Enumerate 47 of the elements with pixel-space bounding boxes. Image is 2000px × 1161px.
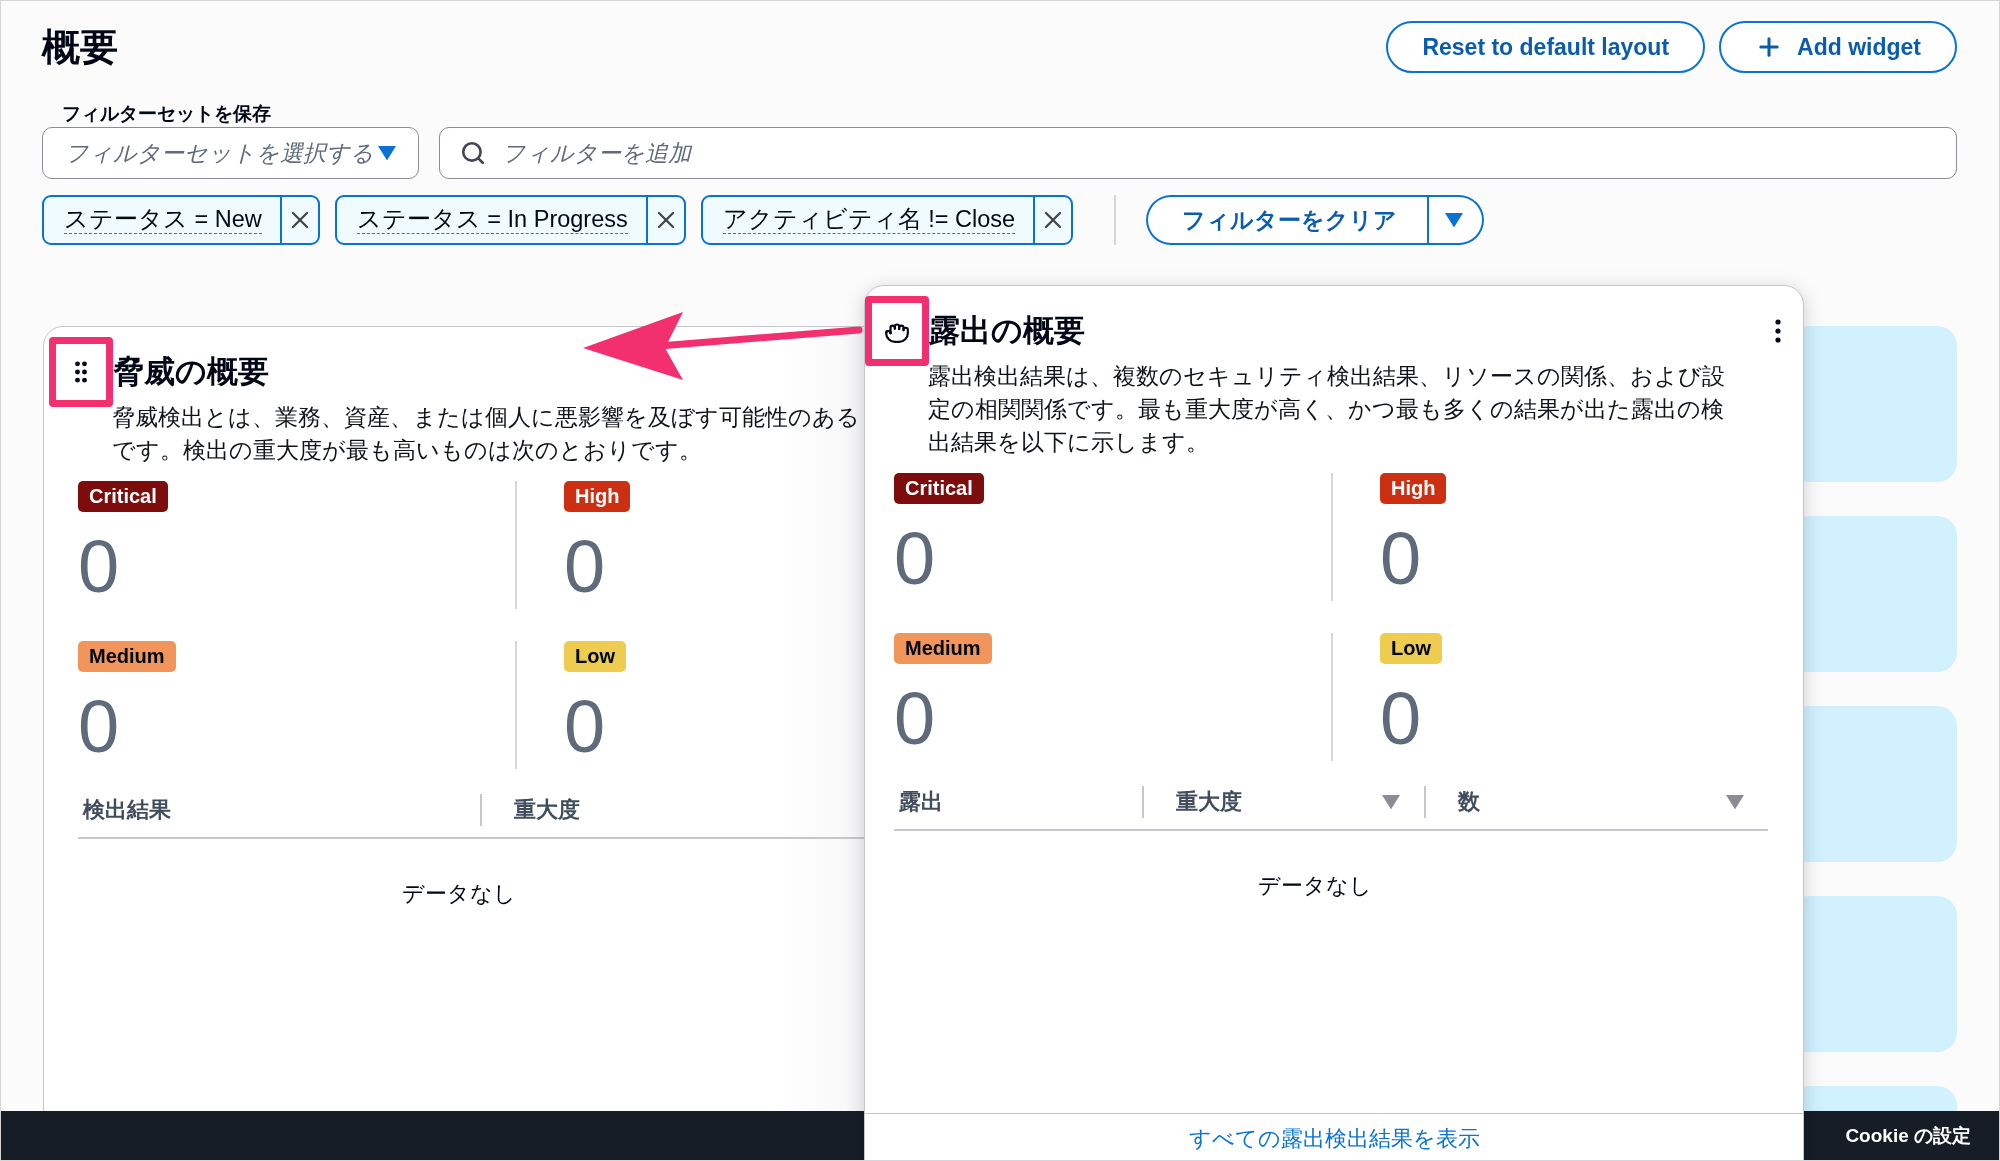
severity-badge: High xyxy=(1380,473,1447,504)
empty-message: データなし xyxy=(1257,872,1373,900)
severity-badge: Medium xyxy=(78,641,176,672)
add-widget-button[interactable]: Add widget xyxy=(1719,21,1957,73)
severity-badge: High xyxy=(564,481,631,512)
widget-description: 露出検出結果は、複数のセキュリティ検出結果、リソースの関係、および設 定の相関関係です。最も重大度が高く、かつ最も多くの結果が出た露出の検 出結果を以下に示します。 xyxy=(928,363,1726,457)
column-header: 重大度 xyxy=(514,796,580,824)
severity-count: 0 xyxy=(564,530,606,604)
column-header: 露出 xyxy=(899,788,943,816)
severity-badge: Low xyxy=(1380,633,1442,664)
page-title: 概要 xyxy=(42,24,118,70)
column-header: 検出結果 xyxy=(83,796,171,824)
column-header[interactable]: 数 xyxy=(1458,787,1480,817)
sort-caret-icon xyxy=(1382,794,1400,810)
severity-badge: Critical xyxy=(894,473,984,504)
view-all-link[interactable]: すべての露出検出結果を表示 xyxy=(1188,1126,1480,1151)
column-header[interactable]: 重大度 xyxy=(1176,787,1242,817)
field-label: フィルターセットを保存 xyxy=(62,103,271,125)
filter-token-label: ステータス = In Progress xyxy=(356,206,628,234)
clear-filters-menu-button[interactable] xyxy=(1428,195,1485,245)
search-field[interactable]: フィルターを追加 xyxy=(439,127,1957,179)
severity-count: 0 xyxy=(894,522,936,596)
severity-count: 0 xyxy=(894,682,936,756)
search-icon xyxy=(460,140,486,166)
caret-icon xyxy=(378,145,396,161)
severity-count: 0 xyxy=(78,530,120,604)
widget-title: 露出の概要 xyxy=(929,312,1085,350)
filter-set-select[interactable]: フィルターセットを選択する xyxy=(42,127,419,179)
severity-count: 0 xyxy=(1380,682,1422,756)
clear-filters-button[interactable]: フィルターをクリア xyxy=(1146,195,1429,245)
caret-icon xyxy=(1444,212,1463,228)
reset-layout-button[interactable]: Reset to default layout xyxy=(1386,21,1706,73)
more-options-button[interactable] xyxy=(1775,319,1781,343)
severity-badge: Low xyxy=(564,641,626,672)
kebab-icon xyxy=(1775,319,1781,343)
severity-badge: Medium xyxy=(894,633,992,664)
cookie-settings-link[interactable]: Cookie の設定 xyxy=(1845,1122,1971,1149)
sort-caret-icon xyxy=(1726,794,1744,810)
filter-token-label: アクティビティ名 != Close xyxy=(722,206,1016,234)
widget-description: 脅威検出とは、業務、資産、または個人に悪影響を及ぼす可能性のある です。検出の重大度が最も高いものは次のとおりです。 xyxy=(112,404,861,465)
severity-count: 0 xyxy=(78,690,120,764)
widget-title: 脅威の概要 xyxy=(113,353,269,391)
empty-message: データなし xyxy=(401,880,517,908)
severity-count: 0 xyxy=(1380,522,1422,596)
filter-token-label: ステータス = New xyxy=(64,206,262,234)
severity-count: 0 xyxy=(564,690,606,764)
severity-badge: Critical xyxy=(78,481,168,512)
